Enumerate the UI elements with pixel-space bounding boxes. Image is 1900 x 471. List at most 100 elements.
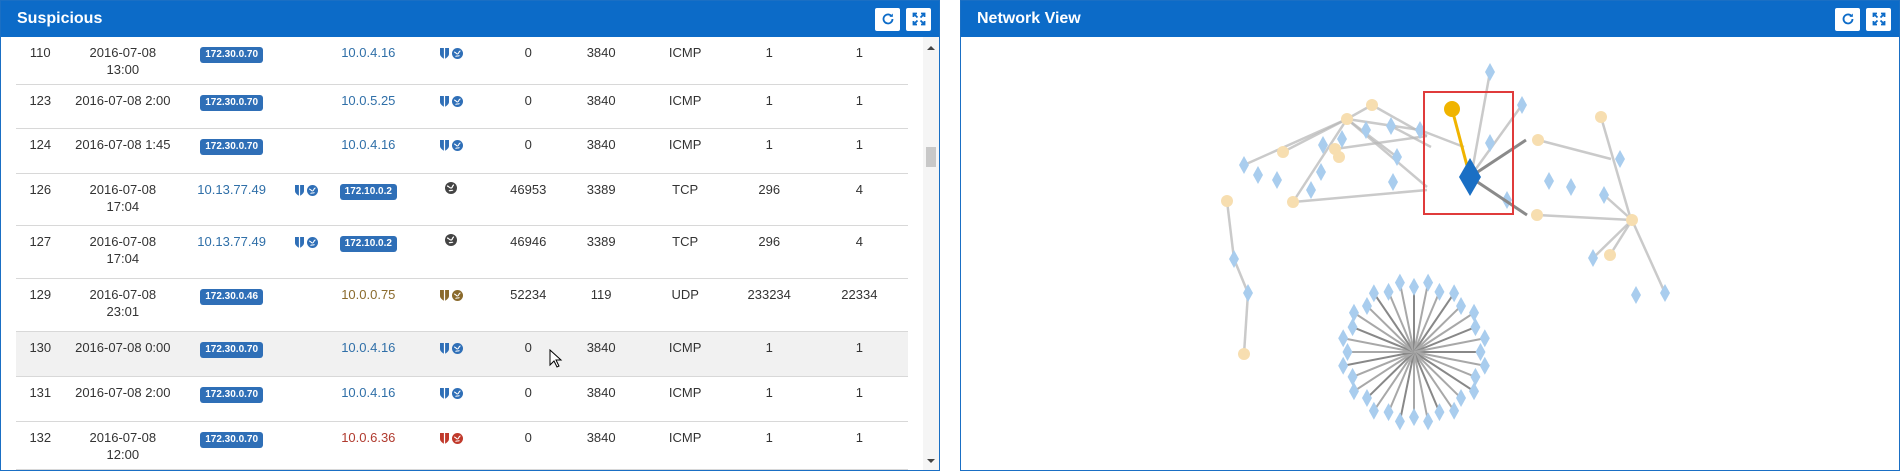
graph-node[interactable] — [1485, 134, 1495, 152]
table-row[interactable]: 126 2016-07-08 17:04 10.13.77.49 172.10.0.2 4… — [16, 173, 908, 226]
graph-node[interactable] — [1253, 166, 1263, 184]
graph-node[interactable] — [1348, 303, 1359, 322]
cell-src-ip: 172.30.0.46 — [181, 278, 283, 332]
graph-node[interactable] — [1485, 63, 1495, 81]
graph-node[interactable] — [1469, 303, 1480, 322]
graph-node[interactable] — [1470, 367, 1481, 386]
ip-link[interactable]: 10.0.4.16 — [341, 385, 395, 400]
scrollbar-thumb[interactable] — [926, 147, 936, 167]
graph-node[interactable] — [1604, 249, 1616, 261]
ip-badge[interactable]: 172.30.0.70 — [200, 47, 264, 63]
graph-node[interactable] — [1333, 151, 1345, 163]
table-row[interactable]: 123 2016-07-08 2:00 172.30.0.70 10.0.5.25 0 3… — [16, 84, 908, 129]
network-graph-canvas[interactable] — [961, 37, 1899, 470]
cell-dst-port: 3389 — [559, 173, 643, 226]
highlighted-node[interactable] — [1444, 101, 1460, 117]
graph-node[interactable] — [1409, 408, 1419, 427]
ip-badge[interactable]: 172.30.0.70 — [200, 94, 264, 111]
graph-node[interactable] — [1394, 273, 1405, 292]
ip-link[interactable]: 10.0.5.25 — [341, 93, 395, 108]
ip-link[interactable]: 10.13.77.49 — [197, 182, 266, 197]
ip-badge[interactable]: 172.30.0.46 — [200, 288, 264, 305]
ip-link[interactable]: 10.0.6.36 — [341, 430, 395, 445]
graph-edge — [1469, 138, 1527, 179]
expand-button[interactable] — [1866, 7, 1891, 31]
cell-dst-flags — [405, 128, 497, 174]
table-row[interactable]: 127 2016-07-08 17:04 10.13.77.49 172.10.0.2 4… — [16, 225, 908, 279]
table-scrollbar[interactable] — [923, 37, 939, 470]
cell-bytes: 1 — [727, 421, 811, 470]
table-row[interactable]: 110 2016-07-08 13:00 172.30.0.70 10.0.4.16 0 3… — [16, 37, 908, 85]
network-graph[interactable] — [961, 37, 1899, 470]
graph-node[interactable] — [1599, 186, 1609, 204]
graph-node[interactable] — [1394, 412, 1405, 431]
cell-bytes: 233234 — [727, 278, 811, 332]
graph-node[interactable] — [1306, 181, 1316, 199]
graph-node[interactable] — [1347, 318, 1358, 337]
graph-node[interactable] — [1361, 296, 1372, 315]
ip-link[interactable]: 10.0.0.75 — [341, 287, 395, 302]
graph-node[interactable] — [1386, 117, 1396, 135]
graph-node[interactable] — [1366, 99, 1378, 111]
graph-node[interactable] — [1341, 113, 1353, 125]
table-row[interactable]: 124 2016-07-08 1:45 172.30.0.70 10.0.4.16 0 3… — [16, 128, 908, 174]
graph-node[interactable] — [1239, 156, 1249, 174]
graph-node[interactable] — [1272, 171, 1282, 189]
graph-node[interactable] — [1588, 249, 1598, 267]
scroll-down-icon[interactable] — [926, 456, 936, 466]
graph-node[interactable] — [1238, 348, 1250, 360]
ip-link[interactable]: 10.0.4.16 — [341, 137, 395, 152]
cell-dst-ip: 10.0.5.25 — [330, 84, 406, 129]
graph-node[interactable] — [1469, 382, 1480, 401]
ip-badge[interactable]: 172.30.0.70 — [200, 341, 264, 358]
cell-id: 131 — [16, 376, 65, 422]
graph-node[interactable] — [1531, 209, 1543, 221]
graph-node[interactable] — [1631, 286, 1641, 304]
graph-node[interactable] — [1388, 173, 1398, 191]
cell-protocol: UDP — [642, 278, 728, 332]
graph-node[interactable] — [1456, 389, 1467, 408]
cell-src-port: 0 — [496, 37, 560, 85]
graph-node[interactable] — [1423, 412, 1434, 431]
ip-badge[interactable]: 172.10.0.2 — [339, 183, 397, 200]
ip-link[interactable]: 10.13.77.49 — [197, 234, 266, 249]
graph-node[interactable] — [1347, 367, 1358, 386]
graph-node[interactable] — [1287, 196, 1299, 208]
threat-flags — [439, 47, 464, 60]
graph-node[interactable] — [1532, 134, 1544, 146]
graph-node[interactable] — [1221, 195, 1233, 207]
globe-icon — [451, 48, 463, 60]
graph-node[interactable] — [1595, 111, 1607, 123]
graph-node[interactable] — [1361, 389, 1372, 408]
refresh-button[interactable] — [875, 7, 900, 31]
graph-node[interactable] — [1544, 172, 1554, 190]
table-row[interactable]: 129 2016-07-08 23:01 172.30.0.46 10.0.0.75 52… — [16, 278, 908, 332]
graph-node[interactable] — [1456, 296, 1467, 315]
graph-node[interactable] — [1626, 214, 1638, 226]
date-text: 2016-07-08 — [89, 286, 157, 302]
refresh-button[interactable] — [1835, 7, 1860, 31]
shield-icon — [439, 95, 449, 107]
table-row[interactable]: 130 2016-07-08 0:00 172.30.0.70 10.0.4.16 0 3… — [16, 331, 908, 377]
expand-button[interactable] — [906, 7, 931, 31]
graph-node[interactable] — [1277, 146, 1289, 158]
ip-link[interactable]: 10.0.4.16 — [341, 45, 395, 60]
graph-node[interactable] — [1615, 150, 1625, 168]
table-row[interactable]: 132 2016-07-08 12:00 172.30.0.70 10.0.6.36 0 3… — [16, 421, 908, 470]
cell-src-ip: 10.13.77.49 — [181, 225, 283, 279]
ip-link[interactable]: 10.0.4.16 — [341, 340, 395, 355]
graph-node[interactable] — [1409, 277, 1419, 296]
graph-node[interactable] — [1348, 382, 1359, 401]
selected-node[interactable] — [1459, 158, 1481, 196]
graph-node[interactable] — [1566, 178, 1576, 196]
scroll-up-icon[interactable] — [926, 43, 936, 53]
ip-badge[interactable]: 172.30.0.70 — [200, 138, 264, 155]
cell-dst-ip: 10.0.4.16 — [330, 37, 406, 85]
table-row[interactable]: 131 2016-07-08 2:00 172.30.0.70 10.0.4.16 0 3… — [16, 376, 908, 422]
graph-node[interactable] — [1423, 273, 1434, 292]
cell-src-ip: 172.30.0.70 — [181, 376, 283, 422]
ip-badge[interactable]: 172.10.0.2 — [339, 235, 397, 252]
ip-badge[interactable]: 172.30.0.70 — [200, 386, 264, 403]
graph-node[interactable] — [1470, 318, 1481, 337]
ip-badge[interactable]: 172.30.0.70 — [200, 431, 264, 448]
